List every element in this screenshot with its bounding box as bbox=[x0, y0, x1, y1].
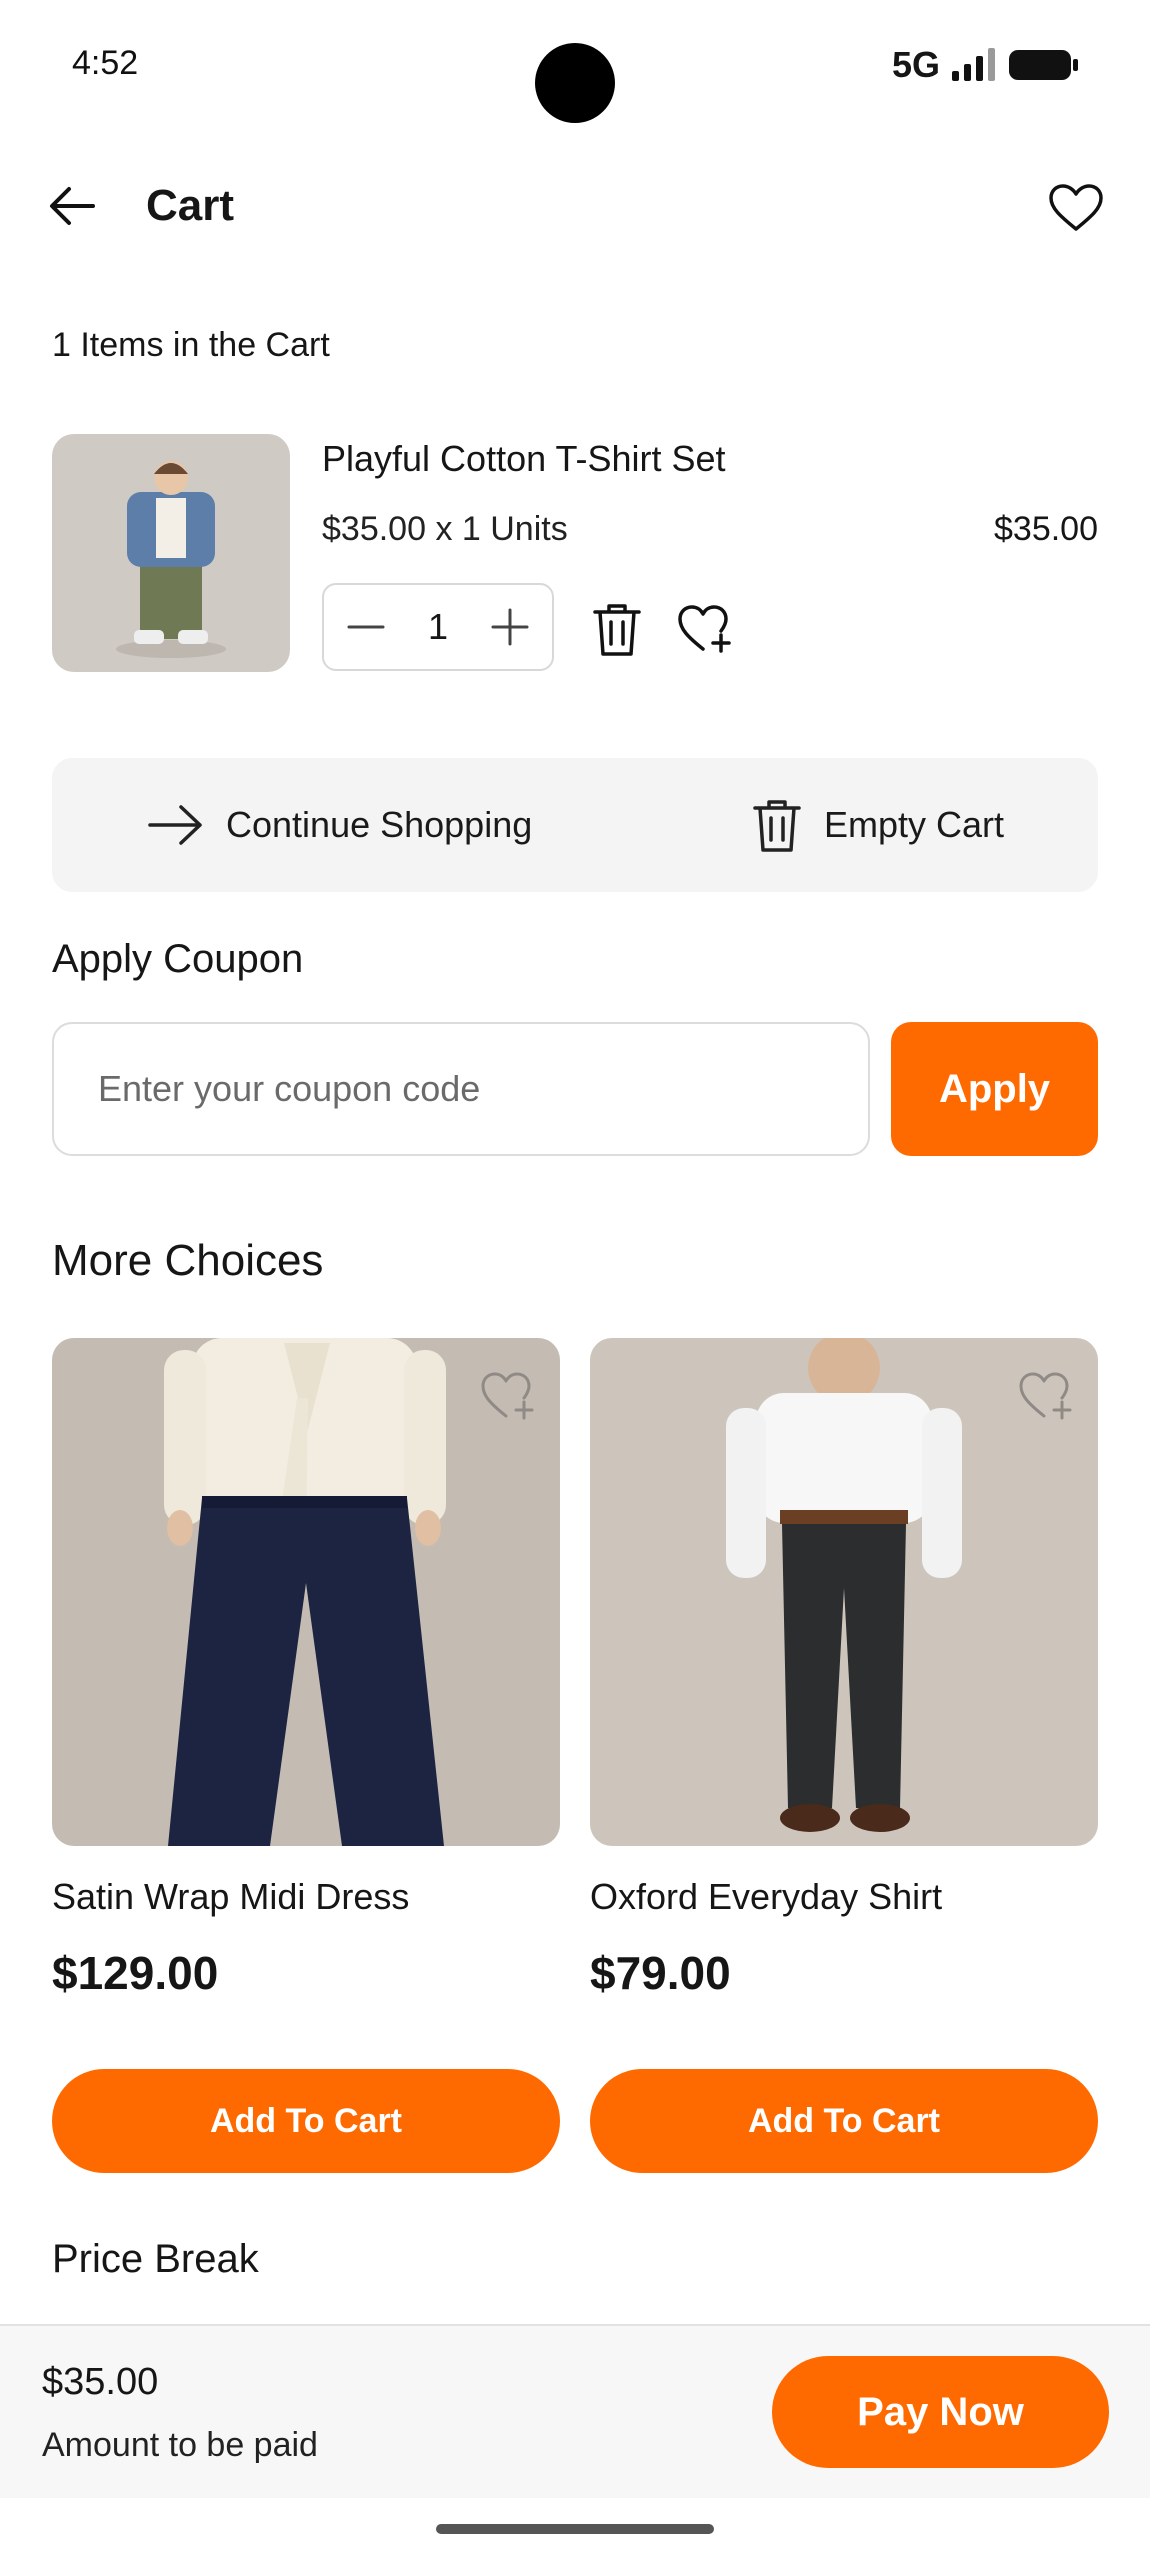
remove-item-button[interactable] bbox=[584, 596, 650, 662]
product-name[interactable]: Oxford Everyday Shirt bbox=[590, 1876, 942, 1918]
cart-item-name[interactable]: Playful Cotton T-Shirt Set bbox=[322, 438, 726, 480]
heart-plus-icon bbox=[480, 1370, 536, 1422]
price-break-heading: Price Break bbox=[52, 2237, 259, 2281]
apply-coupon-button[interactable]: Apply bbox=[891, 1022, 1098, 1156]
quantity-value: 1 bbox=[427, 606, 449, 647]
empty-cart-button[interactable]: Empty Cart bbox=[752, 758, 1004, 892]
amount-to-pay-label: Amount to be paid bbox=[42, 2426, 318, 2464]
front-camera bbox=[535, 43, 615, 123]
trash-icon bbox=[592, 601, 642, 657]
increase-quantity-button[interactable] bbox=[480, 597, 540, 657]
product-wishlist-button[interactable] bbox=[478, 1366, 538, 1426]
empty-cart-label: Empty Cart bbox=[824, 804, 1005, 845]
amount-to-pay: $35.00 bbox=[42, 2361, 159, 2403]
add-to-cart-button[interactable]: Add To Cart bbox=[52, 2069, 560, 2173]
product-name[interactable]: Satin Wrap Midi Dress bbox=[52, 1876, 409, 1918]
cart-actions-bar: Continue Shopping Empty Cart bbox=[52, 758, 1098, 892]
continue-shopping-button[interactable]: Continue Shopping bbox=[148, 758, 532, 892]
decrease-quantity-button[interactable] bbox=[336, 597, 396, 657]
heart-icon bbox=[1048, 183, 1104, 233]
product-image[interactable] bbox=[590, 1338, 1098, 1846]
coupon-code-input[interactable] bbox=[52, 1022, 870, 1156]
network-type: 5G bbox=[891, 44, 940, 85]
trash-icon bbox=[752, 797, 802, 853]
status-icons: 5G bbox=[892, 44, 1080, 86]
page-title: Cart bbox=[146, 181, 235, 230]
heart-plus-icon bbox=[677, 603, 733, 655]
move-to-wishlist-button[interactable] bbox=[672, 596, 738, 662]
arrow-left-icon bbox=[49, 186, 95, 226]
wishlist-button[interactable] bbox=[1044, 176, 1108, 240]
signal-icon bbox=[950, 47, 998, 83]
product-wishlist-button[interactable] bbox=[1016, 1366, 1076, 1426]
battery-icon bbox=[1008, 47, 1080, 83]
product-image[interactable] bbox=[52, 1338, 560, 1846]
pay-now-button[interactable]: Pay Now bbox=[772, 2356, 1109, 2468]
status-time: 4:52 bbox=[72, 44, 139, 82]
product-price: $129.00 bbox=[52, 1947, 219, 1999]
cart-item-image[interactable] bbox=[52, 434, 290, 672]
cart-item-count: 1 Items in the Cart bbox=[52, 326, 330, 364]
home-indicator[interactable] bbox=[436, 2524, 714, 2534]
add-to-cart-button[interactable]: Add To Cart bbox=[590, 2069, 1098, 2173]
back-button[interactable] bbox=[42, 176, 102, 236]
plus-icon bbox=[491, 608, 529, 646]
product-price: $79.00 bbox=[590, 1947, 731, 1999]
heart-plus-icon bbox=[1018, 1370, 1074, 1422]
continue-shopping-label: Continue Shopping bbox=[226, 804, 533, 845]
quantity-stepper: 1 bbox=[322, 583, 554, 671]
more-choices-heading: More Choices bbox=[52, 1236, 324, 1285]
arrow-right-icon bbox=[148, 803, 204, 847]
cart-item-total: $35.00 bbox=[994, 510, 1098, 548]
cart-item-unit-price: $35.00 x 1 Units bbox=[322, 510, 568, 548]
apply-coupon-heading: Apply Coupon bbox=[52, 937, 304, 981]
minus-icon bbox=[347, 608, 385, 646]
